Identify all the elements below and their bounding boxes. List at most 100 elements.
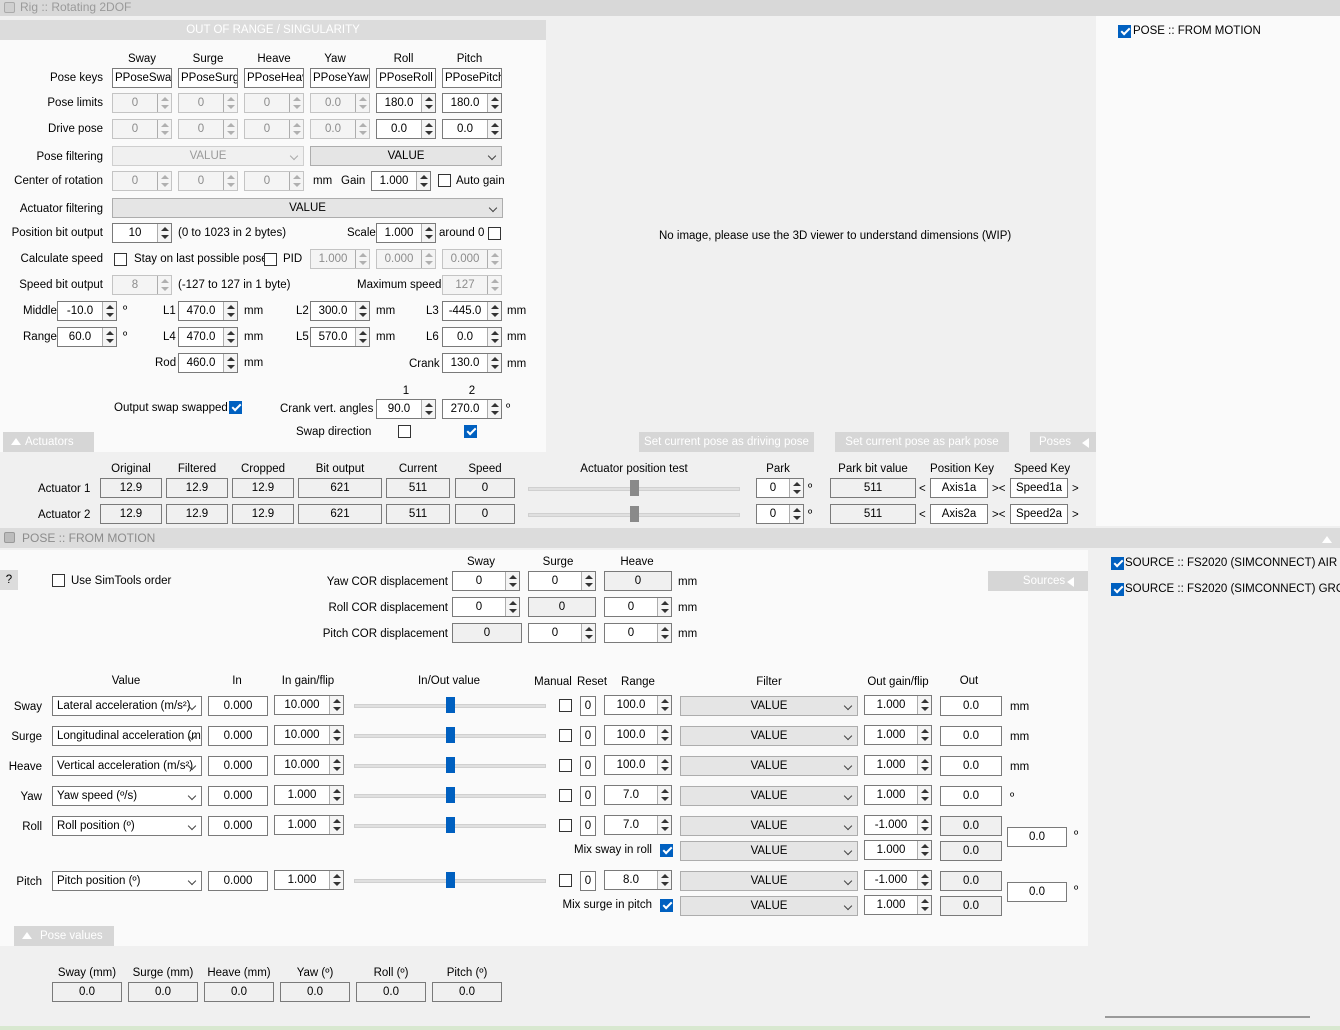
middle-spinner[interactable]: -10.0 (57, 301, 117, 321)
yaw-cor-sway[interactable]: 0 (452, 571, 520, 591)
rod-spinner[interactable]: 460.0 (178, 353, 238, 373)
pose-limit-heave[interactable]: 0 (244, 93, 304, 113)
mix-sway-roll-out-gain[interactable]: 1.000 (864, 840, 932, 860)
drive-pose-yaw[interactable]: 0.0 (310, 119, 370, 139)
roll-cor-heave[interactable]: 0 (604, 597, 672, 617)
pose-key-roll[interactable]: PPoseRoll (376, 68, 436, 88)
pose-filtering-rotation-select[interactable]: VALUE (310, 146, 502, 166)
actuator-1-test-thumb[interactable] (630, 480, 639, 496)
pose-values-section-toggle[interactable]: Pose values (14, 926, 114, 946)
sway-out-gain[interactable]: 1.000 (864, 695, 932, 715)
drive-pose-sway[interactable]: 0 (112, 119, 172, 139)
roll-source-select[interactable]: Roll position (º) (52, 816, 202, 836)
surge-out-gain[interactable]: 1.000 (864, 725, 932, 745)
pose-limit-pitch[interactable]: 180.0 (442, 93, 502, 113)
sway-filter[interactable]: VALUE (680, 696, 858, 716)
actuator-1-position-key[interactable]: Axis1a (930, 478, 988, 498)
pose-from-motion-checkbox[interactable] (1118, 25, 1131, 38)
roll-reset-button[interactable]: 0 (580, 816, 596, 836)
pid-d-spinner[interactable]: 0.000 (442, 249, 502, 269)
crank-angle-1-spinner[interactable]: 90.0 (376, 399, 436, 419)
poses-toggle-button[interactable]: Poses (1030, 432, 1096, 452)
actuator-2-test-thumb[interactable] (630, 506, 639, 522)
collapse-up-icon[interactable] (1322, 536, 1332, 543)
surge-reset-button[interactable]: 0 (580, 726, 596, 746)
sway-inout-thumb[interactable] (446, 697, 455, 713)
scale-spinner[interactable]: 1.000 (376, 223, 436, 243)
pitch-filter[interactable]: VALUE (680, 871, 858, 891)
pose-limit-sway[interactable]: 0 (112, 93, 172, 113)
yaw-source-select[interactable]: Yaw speed (º/s) (52, 786, 202, 806)
yaw-range[interactable]: 7.0 (604, 785, 672, 805)
l4-spinner[interactable]: 470.0 (178, 327, 238, 347)
roll-range[interactable]: 7.0 (604, 815, 672, 835)
drive-pose-heave[interactable]: 0 (244, 119, 304, 139)
heave-inout-thumb[interactable] (446, 757, 455, 773)
source-air-checkbox[interactable] (1111, 557, 1124, 570)
pitch-cor-heave[interactable]: 0 (604, 623, 672, 643)
position-bit-spinner[interactable]: 10 (112, 223, 172, 243)
mix-surge-pitch-out-gain[interactable]: 1.000 (864, 895, 932, 915)
mix-surge-pitch-checkbox[interactable] (660, 899, 673, 912)
auto-gain-checkbox[interactable] (438, 174, 451, 187)
actuator-2-speed-key[interactable]: Speed2a (1010, 504, 1068, 524)
sway-reset-button[interactable]: 0 (580, 696, 596, 716)
surge-source-select[interactable]: Longitudinal acceleration (m/s²) (52, 726, 202, 746)
l2-spinner[interactable]: 300.0 (310, 301, 370, 321)
max-speed-spinner[interactable]: 127 (442, 275, 502, 295)
pitch-in-gain[interactable]: 1.000 (274, 870, 344, 890)
roll-filter[interactable]: VALUE (680, 816, 858, 836)
pose-limit-yaw[interactable]: 0.0 (310, 93, 370, 113)
sources-toggle-button[interactable]: Sources (988, 571, 1088, 591)
drive-pose-pitch[interactable]: 0.0 (442, 119, 502, 139)
l1-spinner[interactable]: 470.0 (178, 301, 238, 321)
pid-i-spinner[interactable]: 0.000 (376, 249, 436, 269)
mix-sway-roll-filter[interactable]: VALUE (680, 841, 858, 861)
yaw-reset-button[interactable]: 0 (580, 786, 596, 806)
actuator-1-speed-key[interactable]: Speed1a (1010, 478, 1068, 498)
calculate-speed-checkbox[interactable] (114, 253, 127, 266)
use-simtools-checkbox[interactable] (52, 574, 65, 587)
range-spinner[interactable]: 60.0 (57, 327, 117, 347)
mix-sway-roll-checkbox[interactable] (660, 844, 673, 857)
mix-surge-pitch-filter[interactable]: VALUE (680, 896, 858, 916)
heave-manual-checkbox[interactable] (559, 759, 572, 772)
pose-key-surge[interactable]: PPoseSurge (178, 68, 238, 88)
swap-direction-1-checkbox[interactable] (398, 425, 411, 438)
yaw-in-gain[interactable]: 1.000 (274, 785, 344, 805)
heave-out-gain[interactable]: 1.000 (864, 755, 932, 775)
pid-checkbox[interactable] (264, 253, 277, 266)
surge-range[interactable]: 100.0 (604, 725, 672, 745)
actuator-1-park-spinner[interactable]: 0 (756, 478, 804, 498)
around-zero-checkbox[interactable] (488, 227, 501, 240)
crank-angle-2-spinner[interactable]: 270.0 (442, 399, 502, 419)
pose-key-pitch[interactable]: PPosePitch (442, 68, 502, 88)
surge-in-gain[interactable]: 10.000 (274, 725, 344, 745)
roll-in-gain[interactable]: 1.000 (274, 815, 344, 835)
surge-manual-checkbox[interactable] (559, 729, 572, 742)
pitch-reset-button[interactable]: 0 (580, 871, 596, 891)
pitch-inout-thumb[interactable] (446, 872, 455, 888)
center-rotation-sway[interactable]: 0 (112, 171, 172, 191)
surge-inout-thumb[interactable] (446, 727, 455, 743)
pitch-cor-surge[interactable]: 0 (528, 623, 596, 643)
pitch-range[interactable]: 8.0 (604, 870, 672, 890)
pitch-out-gain[interactable]: -1.000 (864, 870, 932, 890)
speed-bit-spinner[interactable]: 8 (112, 275, 172, 295)
drive-pose-surge[interactable]: 0 (178, 119, 238, 139)
yaw-out-gain[interactable]: 1.000 (864, 785, 932, 805)
sway-in-gain[interactable]: 10.000 (274, 695, 344, 715)
sway-source-select[interactable]: Lateral acceleration (m/s²) (52, 696, 202, 716)
roll-inout-thumb[interactable] (446, 817, 455, 833)
roll-cor-sway[interactable]: 0 (452, 597, 520, 617)
help-button[interactable]: ? (0, 570, 18, 590)
pose-key-yaw[interactable]: PPoseYaw (310, 68, 370, 88)
pitch-source-select[interactable]: Pitch position (º) (52, 871, 202, 891)
set-park-pose-button[interactable]: Set current pose as park pose (835, 432, 1009, 452)
heave-filter[interactable]: VALUE (680, 756, 858, 776)
yaw-cor-surge[interactable]: 0 (528, 571, 596, 591)
roll-out-gain[interactable]: -1.000 (864, 815, 932, 835)
l6-spinner[interactable]: 0.0 (442, 327, 502, 347)
swap-direction-2-checkbox[interactable] (464, 425, 477, 438)
source-ground-checkbox[interactable] (1111, 583, 1124, 596)
